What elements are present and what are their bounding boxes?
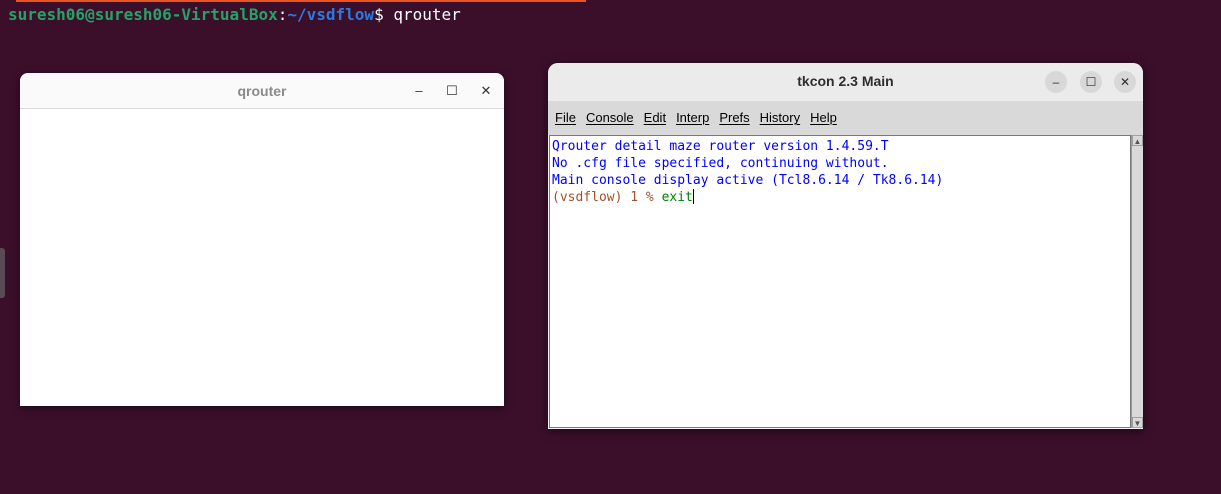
qrouter-window[interactable]: qrouter – ☐ ✕ (20, 73, 504, 406)
qrouter-canvas[interactable] (20, 109, 504, 406)
console-prompt: (vsdflow) 1 % (552, 190, 662, 205)
menu-file[interactable]: File (555, 101, 576, 135)
console-prompt-line[interactable]: (vsdflow) 1 % exit (552, 189, 1130, 206)
terminal-command-line: suresh06@suresh06-VirtualBox:~/vsdflow$ … (8, 4, 461, 26)
maximize-icon[interactable]: ☐ (1080, 71, 1102, 93)
close-icon[interactable]: ✕ (1114, 71, 1136, 93)
text-cursor (692, 189, 694, 204)
console-output-line: Main console display active (Tcl8.6.14 /… (552, 173, 944, 188)
dock-edge-handle[interactable] (0, 248, 5, 298)
terminal-user-host: suresh06@suresh06-VirtualBox (8, 5, 278, 24)
minimize-icon[interactable]: – (409, 81, 429, 101)
maximize-icon[interactable]: ☐ (442, 81, 462, 101)
scroll-down-arrow-icon[interactable]: ▼ (1132, 417, 1143, 428)
menu-edit[interactable]: Edit (644, 101, 666, 135)
menu-prefs[interactable]: Prefs (719, 101, 749, 135)
tkcon-window[interactable]: tkcon 2.3 Main – ☐ ✕ File Console Edit I… (548, 63, 1143, 429)
close-icon[interactable]: ✕ (476, 81, 496, 101)
active-window-accent-bar (16, 0, 586, 2)
terminal-command: qrouter (393, 5, 461, 24)
menu-history[interactable]: History (760, 101, 800, 135)
qrouter-window-title: qrouter (237, 83, 287, 99)
terminal-dollar: $ (374, 5, 394, 24)
qrouter-titlebar[interactable]: qrouter – ☐ ✕ (20, 73, 504, 109)
terminal-path: ~/vsdflow (287, 5, 375, 24)
terminal-separator: : (277, 5, 288, 24)
scroll-up-arrow-icon[interactable]: ▲ (1132, 135, 1143, 146)
console-scrollbar[interactable]: ▲ ▼ (1131, 135, 1143, 428)
console-input[interactable]: exit (662, 190, 693, 205)
tkcon-console-text[interactable]: Qrouter detail maze router version 1.4.5… (549, 135, 1131, 428)
menu-interp[interactable]: Interp (676, 101, 709, 135)
tkcon-menubar: File Console Edit Interp Prefs History H… (548, 101, 1143, 135)
console-output-line: Qrouter detail maze router version 1.4.5… (552, 139, 889, 154)
console-output-line: No .cfg file specified, continuing witho… (552, 156, 889, 171)
menu-help[interactable]: Help (810, 101, 837, 135)
minimize-icon[interactable]: – (1045, 71, 1067, 93)
tkcon-titlebar[interactable]: tkcon 2.3 Main – ☐ ✕ (548, 63, 1143, 101)
menu-console[interactable]: Console (586, 101, 634, 135)
